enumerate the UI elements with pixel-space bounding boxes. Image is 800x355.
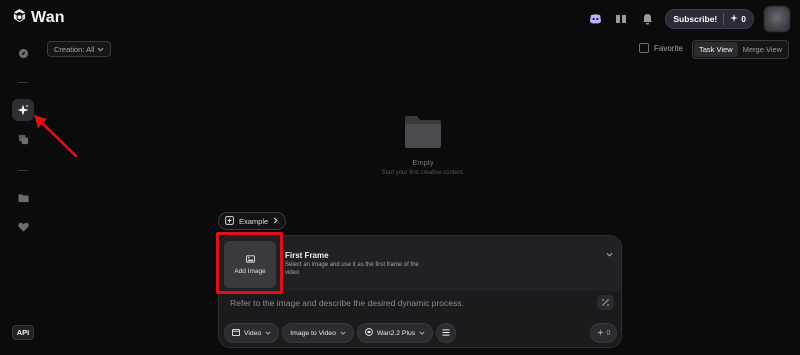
explore-icon[interactable] [12,42,34,64]
annotation-highlight-box [216,232,283,294]
rail-divider [18,170,28,171]
task-select[interactable]: Image to Video [282,323,354,343]
rail-divider [18,82,28,83]
composer-toolbar: Video Image to Video Wan2.2 Plus [224,323,457,343]
chevron-down-icon [265,330,271,337]
model-select[interactable]: Wan2.2 Plus [356,323,434,343]
model-label: Wan2.2 Plus [376,329,416,337]
first-frame-description: Select an image and use it as the first … [285,262,419,276]
favorite-filter[interactable]: Favorite [639,43,683,53]
app-logo[interactable]: Wan [12,8,65,28]
empty-state: Empty Start your first creative content. [343,115,503,176]
bell-icon[interactable] [639,11,655,27]
creation-filter-label: Creation: All [54,44,95,54]
task-label: Image to Video [290,329,336,337]
sliders-icon [442,328,450,338]
video-icon [232,328,240,338]
empty-title: Empty [412,158,434,167]
credits-balance: 0 [724,14,753,24]
mode-label: Video [244,329,262,337]
mode-select[interactable]: Video [224,323,280,343]
collapse-chevron-icon[interactable] [606,244,613,262]
creation-filter-select[interactable]: Creation: All [47,41,112,57]
api-button[interactable]: API [12,325,34,340]
prompt-input[interactable]: Refer to the image and describe the desi… [230,298,464,308]
example-icon [225,215,234,227]
empty-folder-icon [403,116,443,153]
chevron-down-icon [97,45,104,54]
wan-logo-icon [12,8,27,28]
folder-icon[interactable] [12,187,34,209]
heart-icon[interactable] [12,216,34,238]
settings-button[interactable] [436,323,457,343]
first-frame-title: First Frame [285,251,329,260]
empty-subtitle: Start your first creative content. [381,170,465,176]
chevron-down-icon [419,330,425,337]
prompt-enhance-button[interactable] [597,295,614,310]
subscribe-label: Subscribe! [666,13,725,25]
chevron-down-icon [340,330,346,337]
example-button[interactable]: Example [218,212,287,230]
favorite-label: Favorite [654,43,683,53]
annotation-arrow [34,115,78,158]
tab-merge-view[interactable]: Merge View [738,42,787,57]
chevron-right-icon [273,217,278,226]
header-actions: Subscribe! 0 [587,6,790,32]
docs-icon[interactable] [613,11,629,27]
sparkle-icon [596,328,604,338]
model-logo-icon [364,328,373,338]
avatar[interactable] [764,6,790,32]
credits-count: 0 [741,14,746,24]
tab-task-view[interactable]: Task View [694,42,738,57]
generate-button[interactable]: 0 [590,323,617,343]
sparkle-icon [730,14,739,24]
favorite-checkbox[interactable] [639,43,649,53]
magic-wand-icon [601,294,610,312]
discord-icon[interactable] [587,11,603,27]
subscribe-button[interactable]: Subscribe! 0 [665,9,754,29]
generate-credits: 0 [606,329,611,337]
example-label: Example [239,216,269,226]
view-toggle: Task View Merge View [692,40,790,59]
brand-name: Wan [31,9,65,26]
